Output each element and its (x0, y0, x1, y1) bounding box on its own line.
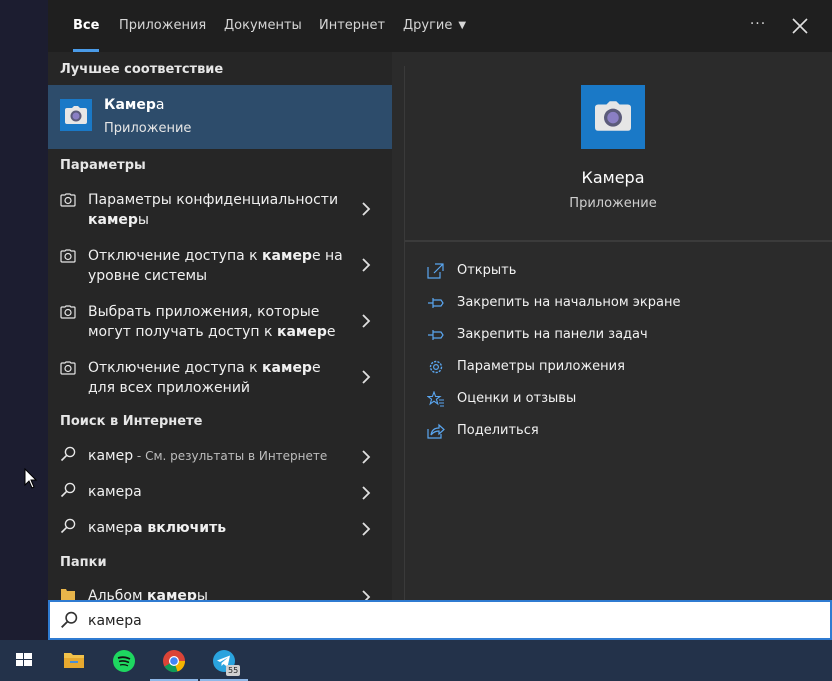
spotify-icon (113, 650, 135, 672)
filter-tabs: Все Приложения Документы Интернет Другие… (48, 0, 832, 52)
camera-app-icon (60, 99, 92, 131)
action-app-settings[interactable]: Параметры приложения (427, 355, 807, 379)
action-label: Параметры приложения (457, 359, 625, 374)
open-icon (427, 263, 444, 279)
web-search-label: камера (88, 484, 142, 500)
pin-icon (428, 330, 444, 340)
search-input[interactable] (88, 610, 788, 632)
settings-item-label: Отключение доступа к камере для всех при… (88, 360, 321, 396)
action-ratings[interactable]: Оценки и отзывы (427, 387, 807, 411)
search-icon (60, 518, 76, 534)
dropdown-arrow-icon: ▼ (458, 20, 467, 31)
tab-documents[interactable]: Документы (224, 0, 302, 52)
tab-apps[interactable]: Приложения (119, 0, 206, 52)
settings-item-label: Выбрать приложения, которые могут получа… (88, 304, 336, 340)
settings-item[interactable]: Параметры конфиденциальности камеры (48, 184, 392, 236)
tab-other[interactable]: Другие ▼ (403, 0, 466, 52)
camera-app-icon (581, 85, 645, 149)
chevron-right-icon (362, 486, 371, 500)
camera-icon (60, 305, 76, 319)
tab-label: Интернет (319, 18, 386, 33)
best-match-subtitle: Приложение (104, 121, 192, 136)
preview-title: Камера (581, 168, 645, 187)
best-match-title: Камера (104, 97, 165, 113)
pin-icon (428, 298, 444, 308)
star-icon (427, 391, 444, 407)
folder-label: Альбом камеры (88, 588, 208, 600)
folder-icon (64, 653, 84, 668)
tab-internet[interactable]: Интернет (319, 0, 385, 52)
share-icon (427, 423, 445, 439)
settings-item[interactable]: Отключение доступа к камере для всех при… (48, 352, 392, 404)
chevron-right-icon (362, 202, 371, 216)
action-label: Оценки и отзывы (457, 391, 577, 406)
tab-all[interactable]: Все (73, 0, 100, 52)
chrome-icon (163, 650, 186, 673)
taskbar-spotify[interactable] (100, 640, 148, 681)
camera-icon (60, 193, 76, 207)
action-label: Поделиться (457, 423, 539, 438)
taskbar-file-explorer[interactable] (50, 640, 98, 681)
action-open[interactable]: Открыть (427, 259, 807, 283)
gear-icon (429, 360, 443, 374)
camera-icon (60, 249, 76, 263)
windows-logo-icon (16, 653, 32, 666)
chevron-right-icon (362, 258, 371, 272)
taskbar: 55 (0, 640, 832, 681)
close-icon[interactable] (790, 16, 810, 36)
action-label: Закрепить на начальном экране (457, 295, 681, 310)
chevron-right-icon (362, 370, 371, 384)
settings-item[interactable]: Отключение доступа к камере на уровне си… (48, 240, 392, 292)
chevron-right-icon (362, 522, 371, 536)
action-label: Закрепить на панели задач (457, 327, 648, 342)
best-match-item[interactable]: Камера Приложение (48, 85, 392, 149)
chevron-right-icon (362, 314, 371, 328)
tab-label: Приложения (119, 18, 207, 33)
camera-icon (60, 361, 76, 375)
taskbar-chrome[interactable] (150, 640, 198, 681)
folder-item[interactable]: Альбом камеры (48, 582, 392, 600)
unread-badge: 55 (226, 665, 241, 676)
web-search-item[interactable]: камера включить (48, 514, 392, 546)
mouse-cursor-icon (24, 468, 38, 489)
more-options-icon[interactable]: ··· (746, 16, 770, 36)
section-settings: Параметры (60, 158, 146, 173)
tab-label: Все (73, 18, 100, 33)
chevron-right-icon (362, 450, 371, 464)
action-pin-taskbar[interactable]: Закрепить на панели задач (427, 323, 807, 347)
tab-label: Документы (224, 18, 302, 33)
settings-item-label: Параметры конфиденциальности камеры (88, 192, 339, 228)
web-search-label: камер - См. результаты в Интернете (88, 448, 328, 464)
section-web-search: Поиск в Интернете (60, 414, 203, 429)
start-button[interactable] (0, 640, 48, 681)
web-search-label: камера включить (88, 520, 227, 536)
web-search-item[interactable]: камер - См. результаты в Интернете (48, 442, 392, 474)
section-folders: Папки (60, 555, 107, 570)
search-icon (61, 611, 78, 628)
preview-header: Камера Приложение (405, 66, 832, 242)
search-box[interactable] (48, 600, 832, 640)
preview-subtitle: Приложение (569, 196, 657, 211)
search-icon (60, 446, 76, 462)
results-list: Лучшее соответствие Камера Приложение Па… (48, 52, 392, 600)
section-best-match: Лучшее соответствие (60, 62, 224, 77)
preview-pane: Камера Приложение Открыть Закрепить на н… (404, 66, 832, 600)
action-label: Открыть (457, 263, 517, 278)
search-icon (60, 482, 76, 498)
folder-icon (61, 589, 75, 600)
settings-item-label: Отключение доступа к камере на уровне си… (88, 248, 343, 284)
action-share[interactable]: Поделиться (427, 419, 807, 443)
tab-label: Другие (403, 18, 453, 33)
chevron-right-icon (362, 590, 371, 600)
settings-item[interactable]: Выбрать приложения, которые могут получа… (48, 296, 392, 348)
action-pin-start[interactable]: Закрепить на начальном экране (427, 291, 807, 315)
taskbar-telegram[interactable]: 55 (200, 640, 248, 681)
web-search-item[interactable]: камера (48, 478, 392, 510)
search-panel: Все Приложения Документы Интернет Другие… (48, 0, 832, 600)
